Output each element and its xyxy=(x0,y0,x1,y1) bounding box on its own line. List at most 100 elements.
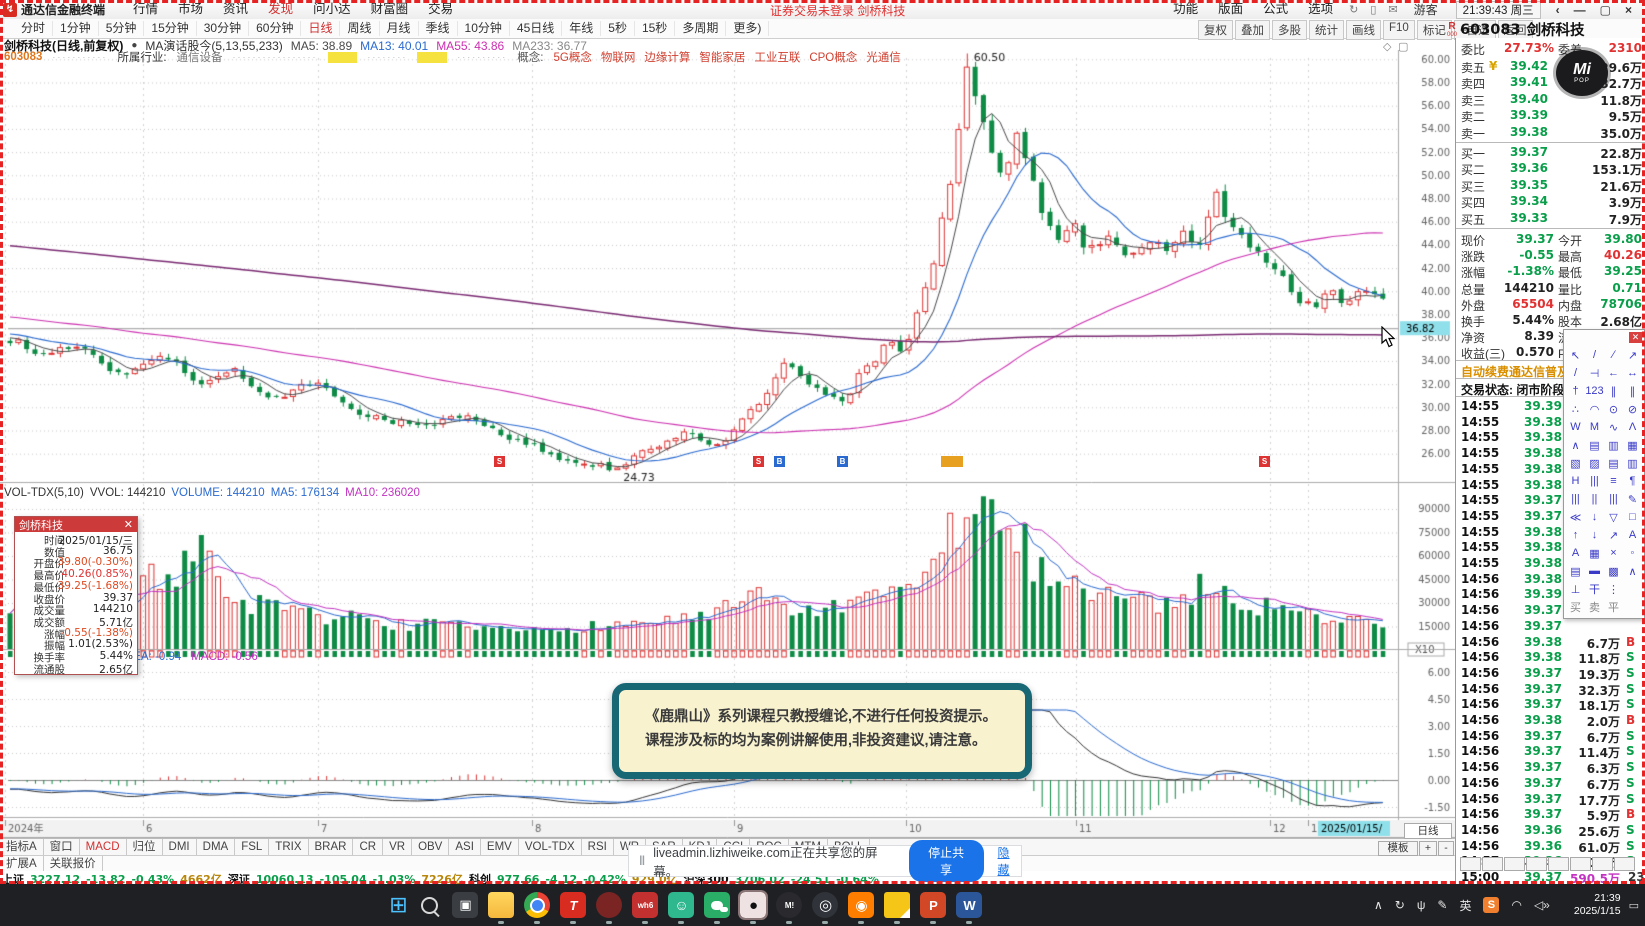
pen-icon[interactable]: ✎ xyxy=(1437,898,1447,912)
drawing-tool-icon[interactable]: ▦ xyxy=(1585,544,1604,562)
start-button[interactable]: ⊞ xyxy=(385,892,411,918)
close-icon[interactable]: ✕ xyxy=(124,518,133,531)
maximize-button[interactable]: ▢ xyxy=(1600,3,1611,17)
function-button[interactable] xyxy=(1526,857,1547,871)
drawing-tool-icon[interactable]: ▤ xyxy=(1604,454,1623,472)
word-icon[interactable]: W xyxy=(956,892,983,924)
period-更多)[interactable]: 更多) xyxy=(726,21,770,36)
hide-share-link[interactable]: 隐藏 xyxy=(998,844,1021,878)
drawing-tool-icon[interactable]: ↗ xyxy=(1604,526,1623,544)
drawing-tool-icon[interactable]: ▽ xyxy=(1604,508,1623,526)
kwai-app-icon[interactable]: ◉ xyxy=(848,892,875,924)
period-30分钟[interactable]: 30分钟 xyxy=(197,21,250,36)
concept-tag[interactable]: 5G概念 xyxy=(553,52,591,64)
diamond-icon[interactable]: ◇ xyxy=(1383,40,1391,53)
ticker-index-name[interactable]: 科创 xyxy=(469,873,491,884)
menu-资讯[interactable]: 资讯 xyxy=(213,0,258,19)
tab-OBV[interactable]: OBV xyxy=(412,839,450,856)
taskbar-clock[interactable]: 21:39 2025/1/15 xyxy=(1574,892,1621,918)
popup-header[interactable]: 剑桥科技 ✕ xyxy=(15,517,137,532)
close-button[interactable]: × xyxy=(1625,3,1632,17)
menu-版面[interactable]: 版面 xyxy=(1208,0,1253,19)
palette-平-label[interactable]: 平 xyxy=(1604,598,1623,616)
mobile-icon[interactable]: ▯ xyxy=(1370,3,1376,16)
drawing-tool-icon[interactable] xyxy=(1623,580,1642,598)
tab-MACD[interactable]: MACD xyxy=(80,839,127,856)
drawing-tool-icon[interactable]: ⊙ xyxy=(1604,400,1623,418)
period-分时[interactable]: 分时 xyxy=(14,21,54,36)
drawing-tool-icon[interactable]: ▥ xyxy=(1623,454,1642,472)
drawing-tool-icon[interactable]: ||| xyxy=(1585,472,1604,490)
period-年线[interactable]: 年线 xyxy=(562,21,602,36)
tray-expand-icon[interactable]: ∧ xyxy=(1374,898,1383,912)
drawing-tool-icon[interactable]: ∥ xyxy=(1604,382,1623,400)
drawing-tool-icon[interactable]: ¶ xyxy=(1623,472,1642,490)
palette-买-label[interactable]: 买 xyxy=(1566,598,1585,616)
palette-卖-label[interactable]: 卖 xyxy=(1585,598,1604,616)
drawing-tool-icon[interactable]: 123 xyxy=(1585,382,1604,400)
tool-多股[interactable]: 多股 xyxy=(1272,20,1307,40)
menu-选项[interactable]: 选项 xyxy=(1298,0,1343,19)
menu-市场[interactable]: 市场 xyxy=(168,0,213,19)
period-15分钟[interactable]: 15分钟 xyxy=(144,21,197,36)
function-button[interactable] xyxy=(1460,857,1481,871)
period-5分钟[interactable]: 5分钟 xyxy=(99,21,145,36)
drawing-tool-icon[interactable]: ▧ xyxy=(1566,454,1585,472)
drawing-tool-icon[interactable]: ↑ xyxy=(1566,526,1585,544)
notes-app-icon[interactable] xyxy=(884,892,911,924)
tab-FSL[interactable]: FSL xyxy=(235,839,270,856)
function-button[interactable] xyxy=(1592,857,1613,871)
menu-行情[interactable]: 行情 xyxy=(123,0,168,19)
tool-画线[interactable]: 画线 xyxy=(1346,20,1381,40)
period-15秒[interactable]: 15秒 xyxy=(635,21,676,36)
menu-问小达[interactable]: 问小达 xyxy=(303,0,361,19)
drawing-tool-icon[interactable]: / xyxy=(1566,364,1585,382)
drawing-tool-icon[interactable]: W xyxy=(1566,418,1585,436)
drawing-tool-icon[interactable]: ⊥ xyxy=(1566,580,1585,598)
drawing-tool-icon[interactable]: ∿ xyxy=(1604,418,1623,436)
template-button[interactable]: 模板 xyxy=(1378,841,1418,856)
drawing-tool-icon[interactable]: ↔ xyxy=(1623,364,1642,382)
user-label[interactable]: 游客 xyxy=(1414,1,1438,18)
function-button[interactable] xyxy=(1482,857,1503,871)
drawing-tool-icon[interactable]: ↗ xyxy=(1623,346,1642,364)
period-日线[interactable]: 日线 xyxy=(301,21,341,36)
drawing-tool-icon[interactable]: ◦ xyxy=(1623,544,1642,562)
camera-app-icon[interactable]: ◎ xyxy=(812,892,839,924)
xiaoe-app-icon[interactable]: ☺ xyxy=(668,892,695,924)
tab-DMI[interactable]: DMI xyxy=(163,839,197,856)
drawing-tool-icon[interactable]: ▬ xyxy=(1585,562,1604,580)
period-月线[interactable]: 月线 xyxy=(380,21,419,36)
tool-F10[interactable]: F10 xyxy=(1383,20,1415,40)
zoom-in-button[interactable]: + xyxy=(1419,841,1437,856)
stop-share-button[interactable]: 停止共享 xyxy=(908,840,984,882)
drawing-tool-icon[interactable]: ▥ xyxy=(1604,436,1623,454)
period-季线[interactable]: 季线 xyxy=(419,21,458,36)
drawing-tool-icon[interactable]: 干 xyxy=(1585,580,1604,598)
wifi-icon[interactable]: ◠ xyxy=(1511,898,1521,912)
menu-公式[interactable]: 公式 xyxy=(1253,0,1298,19)
drawing-tool-icon[interactable]: || xyxy=(1585,490,1604,508)
drawing-tool-icon[interactable]: A xyxy=(1623,526,1642,544)
drawing-tool-icon[interactable]: ▩ xyxy=(1604,562,1623,580)
drawing-tool-icon[interactable]: ⊣ xyxy=(1585,364,1604,382)
tool-统计[interactable]: 统计 xyxy=(1309,20,1344,40)
sogou-icon[interactable]: S xyxy=(1483,897,1500,913)
period-周线[interactable]: 周线 xyxy=(340,21,380,36)
drawing-tool-icon[interactable]: ▤ xyxy=(1566,562,1585,580)
drawing-tool-icon[interactable]: ∴ xyxy=(1566,400,1585,418)
chrome-icon[interactable] xyxy=(524,892,551,924)
drawing-tool-icon[interactable]: ≡ xyxy=(1604,472,1623,490)
concept-tag[interactable]: CPO概念 xyxy=(809,52,857,64)
close-icon[interactable]: ✕ xyxy=(1629,332,1642,343)
media-app-icon[interactable] xyxy=(596,892,623,924)
drawing-tool-icon[interactable]: / xyxy=(1585,346,1604,364)
powerpoint-icon[interactable]: P xyxy=(920,892,947,924)
drawing-tool-icon[interactable]: ✎ xyxy=(1623,490,1642,508)
menu-发现[interactable]: 发现 xyxy=(258,0,303,19)
tab-CR[interactable]: CR xyxy=(353,839,384,856)
tab-归位[interactable]: 归位 xyxy=(127,839,163,856)
period-多周期[interactable]: 多周期 xyxy=(675,21,727,36)
file-explorer-icon[interactable] xyxy=(488,892,515,924)
window-split-icon[interactable]: ▢ xyxy=(1398,40,1408,53)
